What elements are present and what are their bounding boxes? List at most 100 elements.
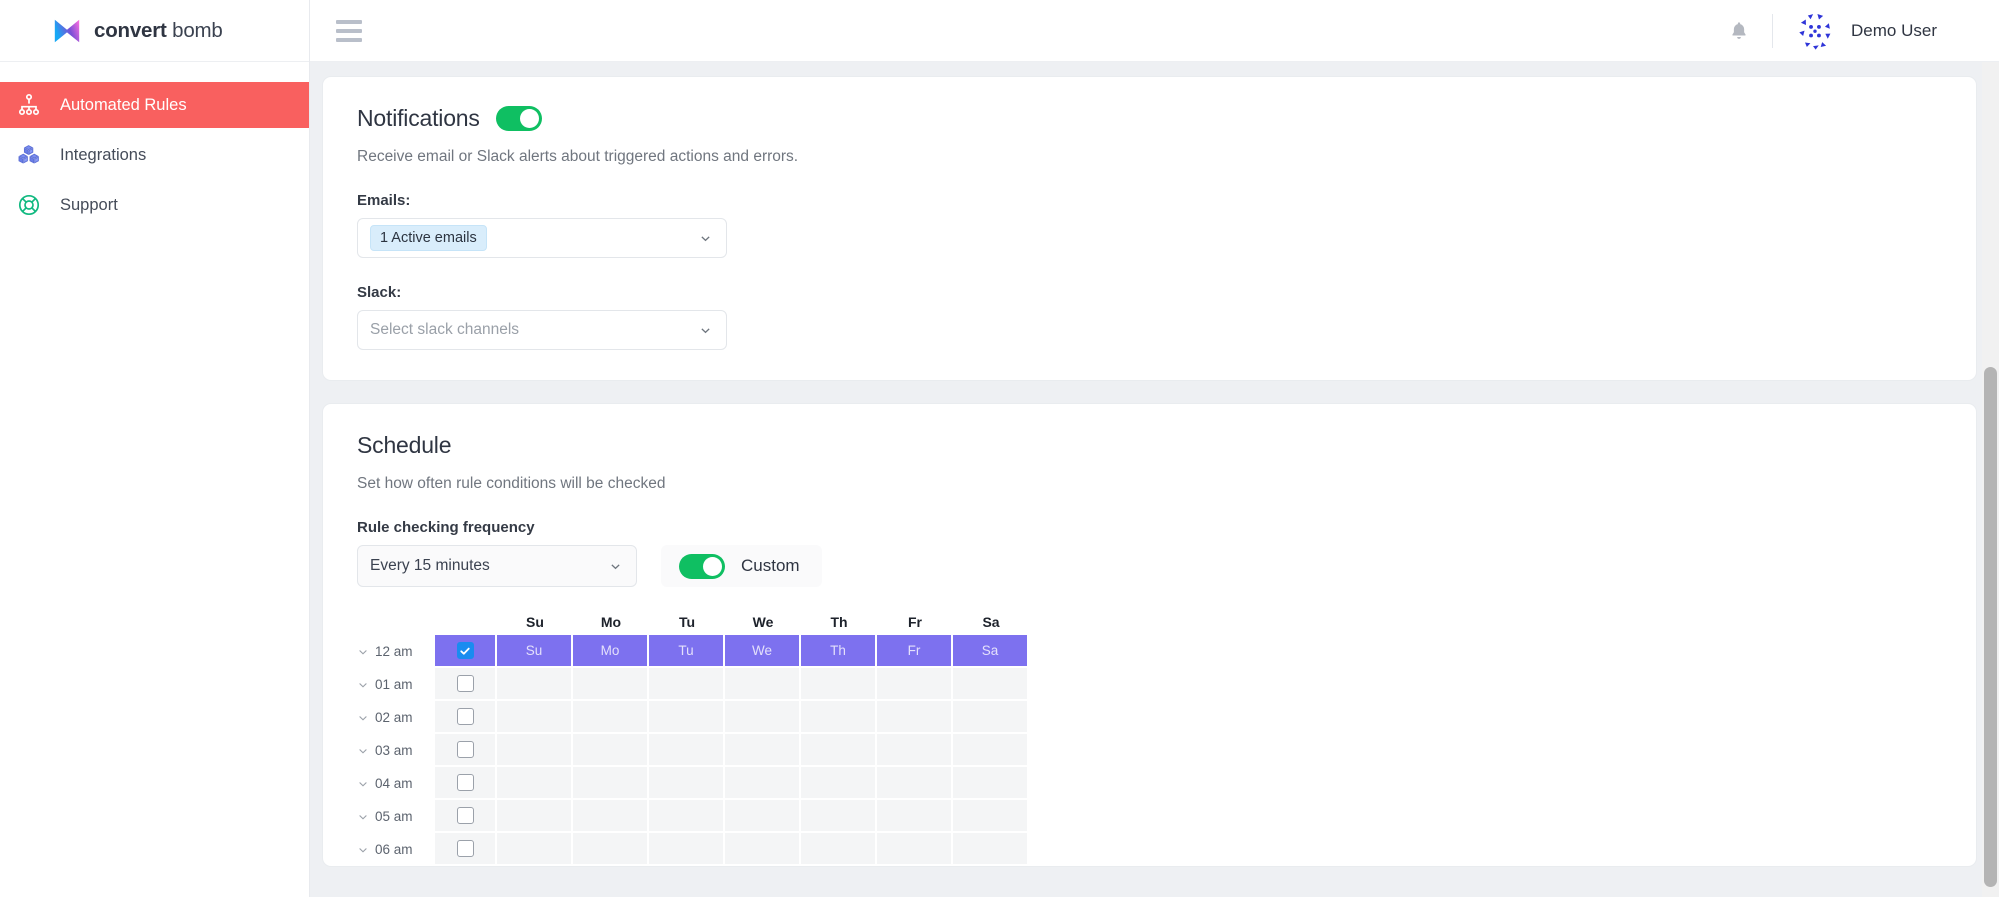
- schedule-day-cell[interactable]: [649, 833, 725, 866]
- schedule-day-cell[interactable]: We: [725, 635, 801, 668]
- schedule-day-cell[interactable]: [953, 701, 1029, 734]
- content-scroll-area[interactable]: Notifications Receive email or Slack ale…: [310, 62, 1999, 897]
- schedule-day-cell[interactable]: [801, 734, 877, 767]
- schedule-day-cell[interactable]: [953, 668, 1029, 701]
- schedule-day-cell[interactable]: [725, 668, 801, 701]
- brand[interactable]: convert bomb: [0, 0, 309, 62]
- row-checkbox-cell: [435, 734, 497, 767]
- schedule-day-cell[interactable]: [497, 800, 573, 833]
- sidebar-item-integrations[interactable]: Integrations: [0, 132, 309, 178]
- hour-toggle[interactable]: 06 am: [357, 833, 435, 866]
- bell-icon[interactable]: [1716, 20, 1762, 42]
- schedule-day-cell[interactable]: [725, 767, 801, 800]
- brand-name-light: bomb: [166, 18, 223, 42]
- custom-toggle[interactable]: [679, 553, 725, 579]
- schedule-day-cell[interactable]: [649, 800, 725, 833]
- frequency-value: Every 15 minutes: [370, 557, 490, 574]
- notifications-card: Notifications Receive email or Slack ale…: [322, 76, 1977, 381]
- schedule-day-cell[interactable]: [573, 833, 649, 866]
- chevron-down-icon[interactable]: [357, 646, 369, 658]
- hour-toggle[interactable]: 05 am: [357, 800, 435, 833]
- hour-label: 03 am: [375, 743, 413, 758]
- row-checkbox[interactable]: [456, 642, 474, 659]
- schedule-day-cell[interactable]: [801, 767, 877, 800]
- schedule-day-cell[interactable]: [877, 767, 953, 800]
- schedule-day-cell[interactable]: [649, 701, 725, 734]
- vertical-scrollbar-track[interactable]: [1982, 62, 1999, 897]
- schedule-day-cell[interactable]: [573, 800, 649, 833]
- active-emails-chip[interactable]: 1 Active emails: [370, 225, 487, 251]
- sidebar-item-automated-rules[interactable]: Automated Rules: [0, 82, 309, 128]
- row-checkbox[interactable]: [456, 741, 474, 758]
- user-menu[interactable]: Demo User: [1793, 8, 1937, 53]
- day-header: Su: [526, 614, 544, 630]
- row-checkbox[interactable]: [456, 774, 474, 791]
- hour-toggle[interactable]: 12 am: [357, 635, 435, 668]
- main-area: Demo User Notifications Receive email or…: [310, 0, 1999, 897]
- schedule-day-cell[interactable]: Sa: [953, 635, 1029, 668]
- schedule-day-cell[interactable]: [877, 800, 953, 833]
- schedule-day-cell[interactable]: [649, 668, 725, 701]
- schedule-day-cell[interactable]: [953, 767, 1029, 800]
- chevron-down-icon[interactable]: [357, 712, 369, 724]
- schedule-row: 12 am Su Mo Tu We Th Fr Sa: [357, 635, 1942, 668]
- notifications-toggle[interactable]: [495, 106, 542, 131]
- hour-toggle[interactable]: 03 am: [357, 734, 435, 767]
- brand-name: convert bomb: [94, 19, 223, 43]
- hour-label: 04 am: [375, 776, 413, 791]
- chevron-down-icon[interactable]: [357, 679, 369, 691]
- schedule-day-cell[interactable]: [725, 800, 801, 833]
- vertical-scrollbar-thumb[interactable]: [1984, 367, 1997, 887]
- schedule-day-cell[interactable]: [953, 833, 1029, 866]
- schedule-day-cell[interactable]: [725, 833, 801, 866]
- schedule-day-cell[interactable]: Tu: [649, 635, 725, 668]
- schedule-day-cell[interactable]: Fr: [877, 635, 953, 668]
- row-checkbox[interactable]: [456, 708, 474, 725]
- schedule-day-cell[interactable]: [801, 800, 877, 833]
- schedule-day-cell[interactable]: [649, 767, 725, 800]
- schedule-grid-header: Su Mo Tu We Th Fr Sa: [357, 609, 1942, 635]
- schedule-day-cell[interactable]: [497, 668, 573, 701]
- row-checkbox[interactable]: [456, 675, 474, 692]
- schedule-day-cell[interactable]: [497, 701, 573, 734]
- hour-toggle[interactable]: 01 am: [357, 668, 435, 701]
- schedule-day-cell[interactable]: [877, 734, 953, 767]
- schedule-day-cell[interactable]: [801, 701, 877, 734]
- chevron-down-icon[interactable]: [357, 811, 369, 823]
- chevron-down-icon[interactable]: [357, 745, 369, 757]
- slack-select[interactable]: Select slack channels: [357, 310, 727, 350]
- schedule-row: 03 am: [357, 734, 1942, 767]
- hour-toggle[interactable]: 02 am: [357, 701, 435, 734]
- schedule-day-cell[interactable]: Th: [801, 635, 877, 668]
- schedule-day-cell[interactable]: [573, 767, 649, 800]
- emails-select[interactable]: 1 Active emails: [357, 218, 727, 258]
- schedule-day-cell[interactable]: [497, 767, 573, 800]
- hour-toggle[interactable]: 04 am: [357, 767, 435, 800]
- hamburger-icon[interactable]: [336, 16, 362, 46]
- chevron-down-icon[interactable]: [357, 844, 369, 856]
- schedule-day-cell[interactable]: [649, 734, 725, 767]
- chevron-down-icon[interactable]: [357, 778, 369, 790]
- schedule-day-cell[interactable]: [953, 800, 1029, 833]
- schedule-day-cell[interactable]: [497, 734, 573, 767]
- schedule-day-cell[interactable]: [877, 701, 953, 734]
- schedule-day-cell[interactable]: [573, 701, 649, 734]
- frequency-row: Every 15 minutes Custom: [357, 545, 1942, 587]
- schedule-day-cell[interactable]: [877, 668, 953, 701]
- schedule-day-cell[interactable]: [725, 701, 801, 734]
- schedule-day-cell[interactable]: Mo: [573, 635, 649, 668]
- frequency-select[interactable]: Every 15 minutes: [357, 545, 637, 587]
- schedule-day-cell[interactable]: [497, 833, 573, 866]
- schedule-day-cell[interactable]: [801, 668, 877, 701]
- schedule-day-cell[interactable]: [953, 734, 1029, 767]
- schedule-day-cell[interactable]: [573, 734, 649, 767]
- schedule-day-cell[interactable]: [877, 833, 953, 866]
- row-checkbox[interactable]: [456, 807, 474, 824]
- schedule-day-cell[interactable]: [801, 833, 877, 866]
- schedule-day-cell[interactable]: Su: [497, 635, 573, 668]
- sitemap-icon: [16, 92, 42, 118]
- schedule-day-cell[interactable]: [573, 668, 649, 701]
- schedule-day-cell[interactable]: [725, 734, 801, 767]
- sidebar-item-support[interactable]: Support: [0, 182, 309, 228]
- row-checkbox[interactable]: [456, 840, 474, 857]
